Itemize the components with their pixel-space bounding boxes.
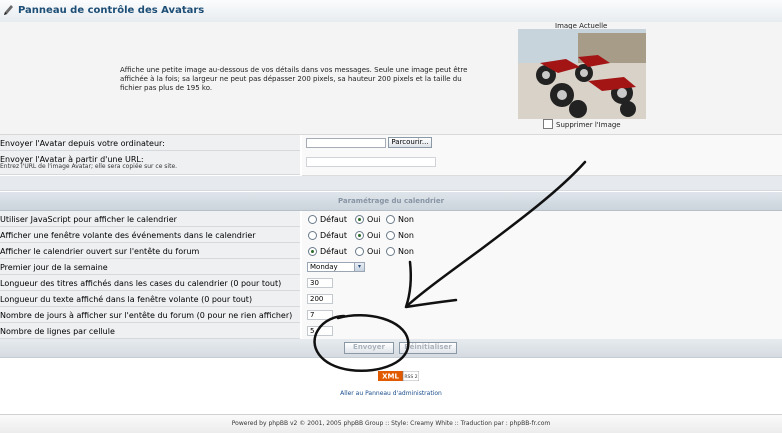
radio-label: Défaut [320,231,348,240]
reset-button[interactable]: Réinitialiser [399,342,457,354]
radio-button[interactable] [386,247,395,256]
radio-label: Oui [367,215,381,224]
avatar-image [518,29,646,119]
radio-option[interactable]: Non [386,247,414,256]
calendar-row: Utiliser JavaScript pour afficher le cal… [0,211,782,228]
radio-button[interactable] [386,231,395,240]
number-input[interactable]: 200 [307,294,333,304]
calendar-row: Afficher une fenêtre volante des événeme… [0,227,782,244]
radio-option[interactable]: Oui [355,247,381,256]
calendar-row: Premier jour de la semaine Monday ▾ [0,259,782,276]
page-title: Panneau de contrôle des Avatars [18,5,205,16]
radio-option[interactable]: Non [386,215,414,224]
radio-option[interactable]: Défaut [308,215,347,224]
browse-button[interactable]: Parcourir... [388,137,432,148]
number-input[interactable]: 30 [307,278,333,288]
delete-image-checkbox[interactable] [543,119,553,129]
calendar-row-label: Nombre de lignes par cellule [0,327,115,336]
calendar-row: Longueur du texte affiché dans la fenêtr… [0,291,782,308]
radio-option[interactable]: Défaut [308,247,347,256]
delete-image-option[interactable]: Supprimer l'Image [543,119,621,129]
avatar-description: Affiche une petite image au-dessous de v… [120,66,468,92]
radio-button[interactable] [308,247,317,256]
calendar-row-label: Afficher le calendrier ouvert sur l'entê… [0,247,200,256]
calendar-row: Longueur des titres affichés dans les ca… [0,275,782,292]
avatar-url-input[interactable] [306,157,436,167]
avatar-section: Affiche une petite image au-dessous de v… [0,22,782,135]
radio-button[interactable] [355,231,364,240]
panel-header: Panneau de contrôle des Avatars [0,0,782,23]
radio-button[interactable] [355,215,364,224]
rss-version-text: RSS 2 [404,374,417,380]
calendar-row-label: Afficher une fenêtre volante des événeme… [0,231,256,240]
number-input[interactable]: 5 [307,326,333,336]
admin-panel-link[interactable]: Aller au Panneau d'administration [0,390,782,397]
calendar-row: Nombre de lignes par cellule 5 [0,323,782,340]
chevron-down-icon[interactable]: ▾ [354,263,364,271]
radio-label: Non [398,231,414,240]
radio-label: Non [398,215,414,224]
rss-badge[interactable]: XML RSS 2 [378,371,419,381]
submit-button[interactable]: Envoyer [344,342,394,354]
radio-button[interactable] [355,247,364,256]
file-input[interactable] [306,138,386,148]
radio-option[interactable]: Oui [355,231,381,240]
radio-button[interactable] [308,231,317,240]
upload-row: Envoyer l'Avatar depuis votre ordinateur… [0,135,782,152]
radio-label: Non [398,247,414,256]
calendar-row-label: Longueur du texte affiché dans la fenêtr… [0,295,253,304]
radio-label: Oui [367,247,381,256]
radio-button[interactable] [308,215,317,224]
number-input[interactable]: 7 [307,310,333,320]
calendar-row-label: Nombre de jours à afficher sur l'entête … [0,311,293,320]
url-sublabel: Entrez l'URL de l'image Avatar; elle ser… [0,163,178,170]
radio-option[interactable]: Non [386,231,414,240]
calendar-row: Nombre de jours à afficher sur l'entête … [0,307,782,324]
footer-text: Powered by phpBB v2 © 2001, 2005 phpBB G… [231,420,551,427]
rss-xml-text: XML [382,373,399,381]
radio-option[interactable]: Défaut [308,231,347,240]
calendar-row-label: Premier jour de la semaine [0,263,108,272]
footer: Powered by phpBB v2 © 2001, 2005 phpBB G… [0,414,782,433]
calendar-section-title: Paramétrage du calendrier [337,197,445,205]
radio-option[interactable]: Oui [355,215,381,224]
calendar-row-label: Utiliser JavaScript pour afficher le cal… [0,215,177,224]
radio-label: Défaut [320,215,348,224]
pencil-icon [4,5,13,15]
select-value: Monday [310,263,338,271]
calendar-row-label: Longueur des titres affichés dans les ca… [0,279,282,288]
radio-button[interactable] [386,215,395,224]
calendar-row: Afficher le calendrier ouvert sur l'entê… [0,243,782,260]
section-spacer [0,176,782,191]
first-day-select[interactable]: Monday ▾ [307,262,365,272]
calendar-section-header: Paramétrage du calendrier [0,192,782,211]
upload-label: Envoyer l'Avatar depuis votre ordinateur… [0,139,165,148]
submit-bar: Envoyer Réinitialiser [0,339,782,358]
delete-image-label: Supprimer l'Image [556,121,621,129]
radio-label: Défaut [320,247,348,256]
url-row: Envoyer l'Avatar à partir d'une URL: Ent… [0,151,782,176]
radio-label: Oui [367,231,381,240]
